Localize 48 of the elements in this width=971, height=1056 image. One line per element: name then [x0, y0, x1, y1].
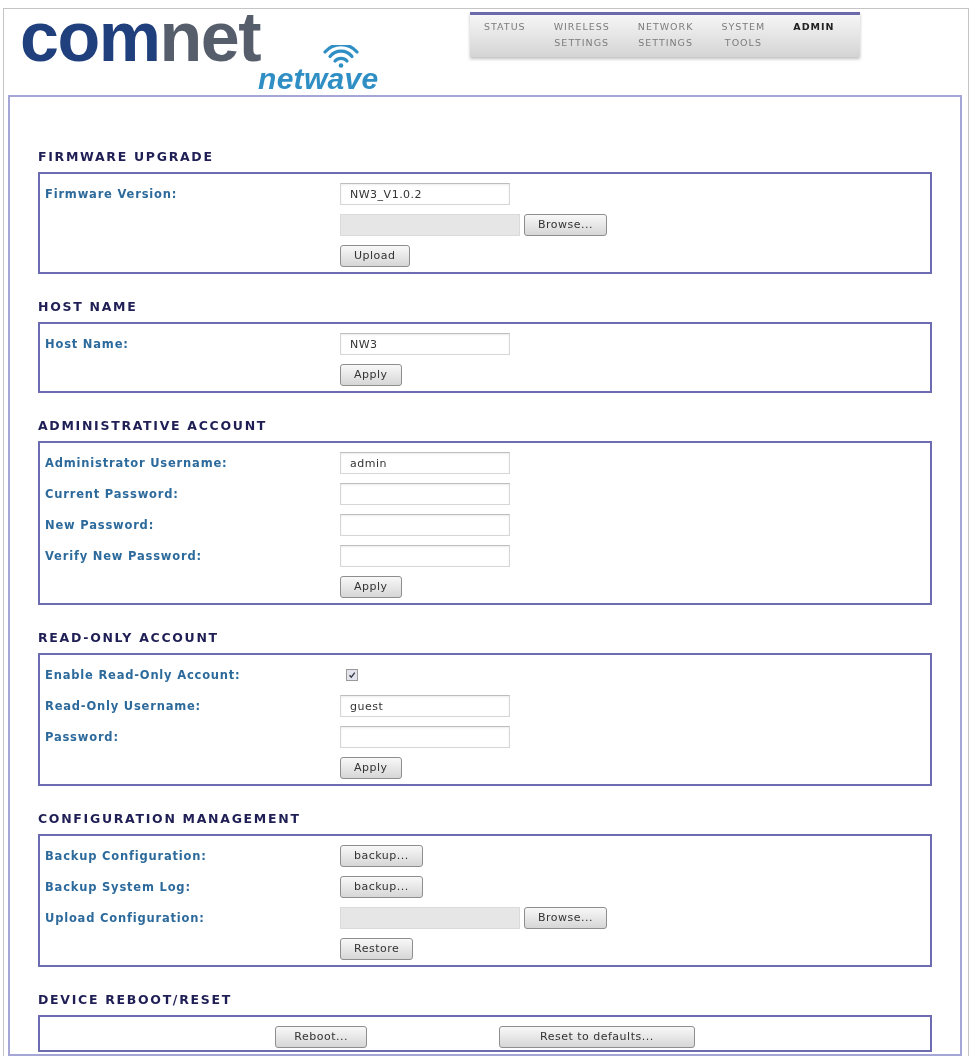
file-path-field[interactable]: [340, 907, 520, 929]
reboot-button[interactable]: Reboot...: [275, 1026, 367, 1048]
browse-button[interactable]: Browse...: [524, 214, 608, 236]
section-title: DEVICE REBOOT/RESET: [38, 992, 233, 1008]
input-field[interactable]: [340, 514, 510, 536]
upload-button[interactable]: Upload: [340, 245, 410, 267]
field-label: Host Name:: [44, 336, 130, 352]
input-field[interactable]: [340, 545, 510, 567]
wifi-icon: [321, 45, 360, 68]
file-path-field[interactable]: [340, 214, 520, 236]
input-field[interactable]: admin: [340, 452, 510, 474]
field-label: New Password:: [44, 517, 156, 533]
section-title: ADMINISTRATIVE ACCOUNT: [38, 418, 269, 434]
field-label: Backup Configuration:: [44, 848, 208, 864]
field-label: Firmware Version:: [44, 186, 179, 202]
input-field[interactable]: guest: [340, 695, 510, 717]
field-label: Read-Only Username:: [44, 698, 202, 714]
field-label: Backup System Log:: [44, 879, 192, 895]
field-label: Upload Configuration:: [44, 910, 206, 926]
input-field[interactable]: [340, 726, 510, 748]
section-title: READ-ONLY ACCOUNT: [38, 630, 220, 646]
backup-button[interactable]: backup...: [340, 845, 423, 867]
input-field[interactable]: NW3_V1.0.2: [340, 183, 510, 205]
reset-to-defaults-button[interactable]: Reset to defaults...: [499, 1026, 695, 1048]
apply-button[interactable]: Apply: [340, 576, 402, 598]
apply-button[interactable]: Apply: [340, 757, 402, 779]
section-title: CONFIGURATION MANAGEMENT: [38, 811, 302, 827]
restore-button[interactable]: Restore: [340, 938, 414, 960]
field-label: Enable Read-Only Account:: [44, 667, 242, 683]
logo-wordmark: comnet: [20, 9, 260, 65]
nav-tab[interactable]: SYSTEM TOOLS: [721, 19, 766, 51]
section-title: HOST NAME: [38, 299, 139, 315]
section-title: FIRMWARE UPGRADE: [38, 149, 215, 165]
backup-button[interactable]: backup...: [340, 876, 423, 898]
input-field[interactable]: NW3: [340, 333, 510, 355]
apply-button[interactable]: Apply: [340, 364, 402, 386]
field-label: Verify New Password:: [44, 548, 203, 564]
nav-tab[interactable]: WIRELESS SETTINGS: [553, 19, 610, 51]
nav-tab[interactable]: NETWORK SETTINGS: [637, 19, 694, 51]
product-name: netwave: [258, 65, 379, 93]
field-label: Password:: [44, 729, 120, 745]
input-field[interactable]: [340, 483, 510, 505]
nav-tab[interactable]: STATUS: [484, 19, 526, 35]
nav-tab[interactable]: ADMIN: [793, 19, 835, 35]
field-label: Current Password:: [44, 486, 180, 502]
field-label: Administrator Username:: [44, 455, 229, 471]
checkbox[interactable]: [346, 669, 358, 681]
browse-button[interactable]: Browse...: [524, 907, 608, 929]
